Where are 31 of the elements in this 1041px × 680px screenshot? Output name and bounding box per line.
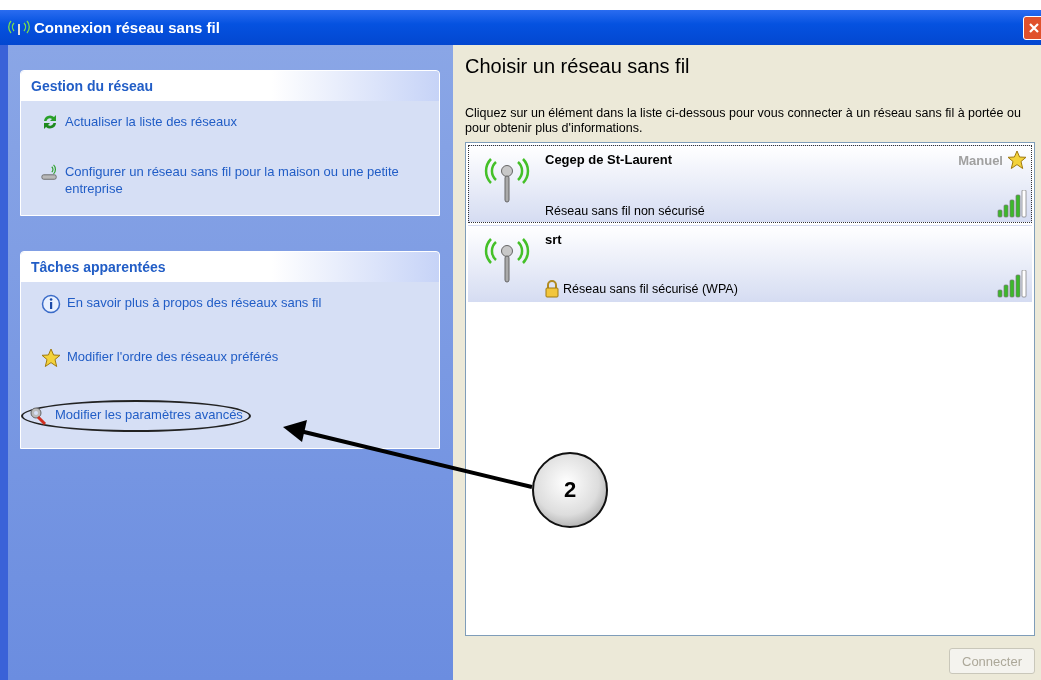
network-status: Réseau sans fil sécurisé (WPA) [563, 282, 738, 296]
task-link[interactable]: Actualiser la liste des réseaux [65, 113, 237, 130]
network-status: Réseau sans fil non sécurisé [545, 204, 705, 218]
wireless-icon [8, 19, 30, 36]
signal-strength-icon [997, 190, 1027, 218]
card-header: Gestion du réseau [21, 71, 439, 101]
task-link[interactable]: Configurer un réseau sans fil pour la maison ou une petite entreprise [64, 163, 419, 197]
wireless-device-icon [41, 163, 59, 183]
network-tag: Manuel [958, 152, 1003, 168]
wrench-icon [29, 406, 49, 426]
signal-strength-icon [997, 270, 1027, 298]
card-header: Tâches apparentées [21, 252, 439, 282]
close-icon [1027, 20, 1041, 35]
task-link[interactable]: En savoir plus à propos des réseaux sans fil [67, 294, 322, 311]
network-item[interactable]: srt Réseau sans fil sécurisé (WPA) [468, 225, 1032, 303]
close-button[interactable] [1023, 15, 1041, 40]
pane-heading: Choisir un réseau sans fil [465, 55, 691, 78]
network-item[interactable]: Cegep de St-Laurent Réseau sans fil non sécurisé Manuel [468, 145, 1032, 223]
network-name: srt [545, 232, 563, 247]
star-icon [1007, 150, 1027, 170]
lock-icon [545, 280, 559, 298]
network-name: Cegep de St-Laurent [545, 152, 674, 167]
refresh-icon [41, 113, 59, 131]
wireless-antenna-icon [484, 156, 530, 204]
task-link[interactable]: Modifier l'ordre des réseaux préférés [67, 348, 279, 365]
wireless-antenna-icon [484, 236, 530, 284]
window-title: Connexion réseau sans fil [34, 19, 221, 36]
info-icon [41, 294, 61, 314]
task-link[interactable]: Modifier les paramètres avancés [55, 406, 243, 423]
star-icon [41, 348, 61, 368]
instructions-text: Cliquez sur un élément dans la liste ci-dessous pour vous connecter à un réseau sans fil à portée ou pour obtenir plus d'informations. [465, 106, 1022, 136]
